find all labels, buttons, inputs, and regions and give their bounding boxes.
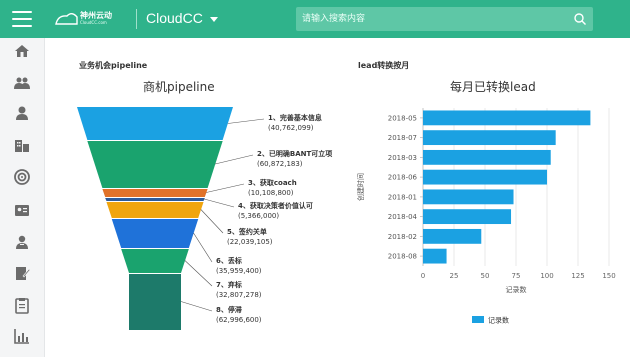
bar[interactable] (423, 189, 514, 205)
home-icon (15, 45, 29, 57)
funnel-stage-label: 1、完善基本信息 (268, 113, 322, 122)
x-tick-label: 75 (512, 272, 521, 280)
funnel-stage-value: (10,108,800) (248, 189, 294, 197)
funnel-leader-line (204, 198, 235, 208)
funnel-leader-line (227, 118, 265, 124)
x-axis-title: 记录数 (506, 285, 527, 294)
funnel-stage-label: 6、丢标 (216, 256, 242, 265)
funnel-stage-value: (32,807,278) (216, 291, 262, 299)
header-divider (136, 9, 137, 29)
sidebar-item-idcard[interactable] (13, 201, 31, 219)
bar[interactable] (423, 110, 591, 126)
contact-icon (16, 235, 28, 249)
funnel-chart-title: 商机pipeline (143, 80, 215, 94)
x-tick-label: 150 (602, 272, 615, 280)
bar[interactable] (423, 248, 447, 264)
funnel-leader-line (215, 154, 254, 165)
funnel-segment[interactable] (77, 107, 233, 140)
search-icon[interactable] (573, 12, 587, 26)
y-tick-label: 2018-01 (388, 193, 417, 201)
funnel-leader-line (180, 301, 213, 312)
person-icon (16, 106, 28, 120)
funnel-segment[interactable] (105, 198, 205, 201)
chevron-down-icon[interactable] (210, 17, 218, 22)
left-panel-label: 业务机会pipeline (79, 61, 148, 70)
search-input[interactable] (296, 7, 566, 31)
top-bar: 神州云动 CloudCC.com CloudCC (0, 0, 630, 38)
funnel-stage-label: 2、已明确BANT可立项 (257, 149, 332, 158)
sidebar-item-target[interactable] (13, 168, 31, 186)
funnel-leader-line (193, 232, 213, 263)
y-tick-label: 2018-06 (388, 174, 418, 182)
funnel-stage-value: (22,039,105) (227, 238, 273, 246)
bar[interactable] (423, 130, 556, 146)
x-tick-label: 125 (571, 272, 584, 280)
clipboard-icon (15, 298, 29, 314)
y-tick-label: 2018-02 (388, 233, 417, 241)
sidebar (0, 38, 45, 357)
funnel-segment[interactable] (121, 249, 189, 273)
building-icon (15, 140, 29, 152)
y-tick-label: 2018-07 (388, 134, 417, 142)
bar-chart-title: 每月已转换lead (450, 80, 536, 94)
y-tick-label: 2018-04 (388, 213, 418, 221)
x-tick-label: 25 (450, 272, 459, 280)
y-tick-label: 2018-08 (388, 253, 417, 261)
funnel-segment[interactable] (106, 202, 204, 218)
sidebar-item-accounts[interactable] (13, 136, 31, 154)
funnel-leader-line (206, 183, 245, 193)
bar[interactable] (423, 228, 482, 244)
sidebar-item-contacts[interactable] (13, 233, 31, 251)
funnel-stage-value: (5,366,000) (238, 212, 279, 220)
bar[interactable] (423, 149, 551, 165)
lead-bar-chart: 0 25 50 75 100 125 150 2018-05 2018-07 2018-03 201… (356, 108, 616, 325)
sidebar-item-edit[interactable] (13, 264, 31, 282)
right-panel-label: lead转换按月 (358, 61, 410, 70)
y-tick-label: 2018-03 (388, 154, 417, 162)
funnel-leader-line (200, 209, 224, 234)
group-icon (14, 77, 30, 89)
report-chart-icon (14, 329, 29, 344)
funnel-segment[interactable] (87, 141, 223, 188)
search-box[interactable] (296, 7, 593, 31)
funnel-stage-value: (40,762,099) (268, 124, 314, 132)
funnel-leader-line (184, 260, 213, 287)
logo-subtext: CloudCC.com (80, 20, 107, 25)
sidebar-item-home[interactable] (13, 42, 31, 60)
sidebar-item-person[interactable] (13, 104, 31, 122)
hamburger-menu-icon[interactable] (12, 11, 32, 27)
funnel-segment[interactable] (129, 274, 181, 330)
x-tick-label: 100 (540, 272, 553, 280)
app-name[interactable]: CloudCC (146, 10, 203, 26)
funnel-stage-label: 8、停滞 (216, 305, 242, 314)
legend-label[interactable]: 记录数 (488, 316, 509, 325)
sidebar-item-groups[interactable] (13, 74, 31, 92)
funnel-stage-label: 4、获取决策者价值认可 (238, 201, 313, 210)
y-tick-label: 2018-05 (388, 114, 417, 122)
bar[interactable] (423, 209, 512, 225)
sidebar-item-reports[interactable] (13, 327, 31, 345)
legend-swatch[interactable] (472, 316, 484, 323)
funnel-stage-value: (35,959,400) (216, 267, 262, 275)
funnel-segment[interactable] (111, 219, 199, 248)
bar[interactable] (423, 169, 547, 185)
x-tick-label: 0 (421, 272, 425, 280)
funnel-stage-value: (60,872,183) (257, 160, 303, 168)
funnel-stage-label: 3、获取coach (248, 178, 297, 187)
target-icon (14, 169, 30, 185)
funnel-stage-value: (62,996,600) (216, 316, 262, 324)
sidebar-item-clipboard[interactable] (13, 296, 31, 314)
funnel-stage-label: 5、签约关单 (227, 227, 267, 236)
y-axis-title: 创建时间 (356, 173, 365, 201)
funnel-stage-label: 7、弃标 (216, 280, 242, 289)
edit-doc-icon (16, 267, 31, 280)
funnel-segment[interactable] (102, 189, 208, 197)
idcard-icon (15, 205, 29, 216)
x-tick-label: 50 (481, 272, 490, 280)
funnel-chart: 1、完善基本信息 (40,762,099) 2、已明确BANT可立项 (60,872,… (77, 107, 332, 330)
